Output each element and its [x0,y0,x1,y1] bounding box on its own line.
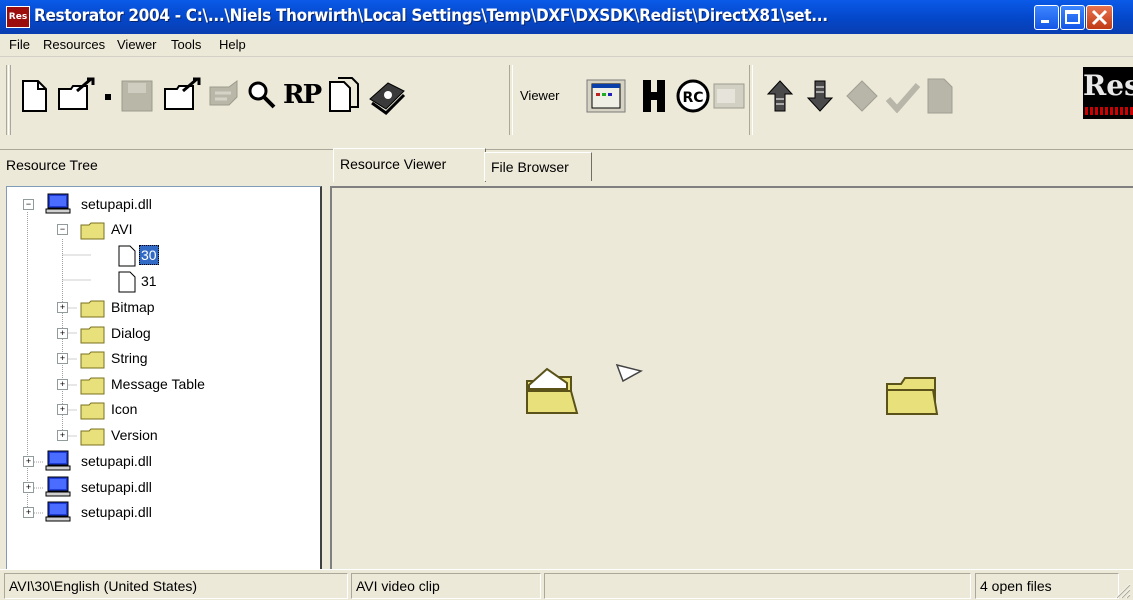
expand-toggle[interactable]: + [23,481,34,493]
folder-icon [80,300,105,318]
tree-label: 31 [141,273,157,289]
expand-toggle[interactable]: + [23,456,34,467]
maximize-icon [1065,10,1080,24]
collapse-toggle[interactable]: − [57,224,68,235]
restorator-logo: Res [1083,67,1133,119]
resize-grip-icon[interactable] [1114,582,1131,599]
expand-toggle[interactable]: + [57,378,68,390]
tree-label: setupapi.dll [81,453,152,469]
resource-tree-header: Resource Tree [6,157,98,173]
tree-label: Version [111,427,158,443]
rename-icon[interactable] [207,79,243,113]
menu-bar: File Resources Viewer Tools Help [0,34,1133,57]
move-down-icon[interactable] [803,77,837,115]
file-icon [118,271,136,293]
checkmark-icon[interactable] [885,81,921,113]
open-folder-icon [526,367,579,414]
view-resource-icon[interactable] [586,79,626,113]
rc-script-icon[interactable]: RC [676,79,710,113]
flying-paper-icon [615,363,644,383]
folder-icon [80,351,105,369]
rp-button[interactable]: RP [283,77,323,113]
status-open-files: 4 open files [975,573,1119,599]
close-button[interactable] [1086,5,1113,30]
open-folder-icon[interactable] [163,77,205,113]
viewer-label: Viewer [520,88,560,103]
title-bar[interactable]: Res Restorator 2004 - C:\...\Niels Thorw… [0,0,1133,34]
expand-toggle[interactable]: + [57,404,68,416]
status-empty [544,573,971,599]
status-type: AVI video clip [351,573,541,599]
folder-icon [80,326,105,344]
hex-view-icon[interactable] [640,78,668,114]
save-icon[interactable] [120,79,154,113]
expand-toggle[interactable]: + [57,430,68,441]
tree-label: Bitmap [111,299,155,315]
computer-icon [45,501,71,522]
tree-label: setupapi.dll [81,478,152,495]
dropdown-arrow-icon[interactable] [103,92,113,102]
open-file-icon[interactable] [57,77,99,113]
folder-icon [80,222,105,240]
minimize-icon [1041,20,1049,23]
tab-file-browser[interactable]: File Browser [484,152,592,181]
resource-viewer-panel[interactable] [330,186,1133,571]
move-up-icon[interactable] [763,77,797,115]
search-icon[interactable] [246,79,280,113]
tree-label: AVI [111,221,133,237]
tree-label: setupapi.dll [81,504,152,521]
tree-label: String [111,350,148,367]
folder-icon [80,402,105,420]
menu-resources[interactable]: Resources [43,37,105,52]
folder-icon [886,377,939,415]
computer-icon [45,450,71,471]
status-bar: AVI\30\English (United States) AVI video… [0,569,1133,600]
minimize-button[interactable] [1034,5,1059,30]
expand-toggle[interactable]: + [57,353,68,365]
menu-viewer[interactable]: Viewer [117,37,157,52]
menu-file[interactable]: File [9,37,30,52]
window-title: Restorator 2004 - C:\...\Niels Thorwirth… [34,6,828,26]
tree-label: Icon [111,401,138,418]
close-icon [1091,9,1108,26]
collapse-toggle[interactable]: − [23,199,34,210]
help-book-icon[interactable] [368,77,408,115]
tree-label: Message Table [111,375,205,392]
dialog-edit-icon[interactable] [713,83,745,109]
folder-icon [80,377,105,395]
folder-icon [80,428,105,446]
expand-toggle[interactable]: + [23,507,34,519]
expand-toggle[interactable]: + [57,327,68,339]
app-icon[interactable]: Res [6,6,30,28]
computer-icon [45,476,71,497]
tab-resource-viewer[interactable]: Resource Viewer [333,148,486,182]
svg-text:RC: RC [682,90,703,106]
status-path: AVI\30\English (United States) [4,573,348,599]
menu-help[interactable]: Help [219,37,246,52]
tree-label: 30 [139,245,159,265]
menu-tools[interactable]: Tools [171,37,201,52]
document-gray-icon[interactable] [925,77,955,115]
maximize-button[interactable] [1060,5,1085,30]
new-file-icon[interactable] [20,80,48,112]
tree-label: Dialog [111,324,151,341]
copy-icon[interactable] [327,77,363,115]
resource-tree[interactable]: − setupapi.dll − AVI 30 31 + Bitmap + Di… [6,186,322,572]
computer-icon [45,193,71,214]
diamond-icon[interactable] [845,79,879,113]
toolbar: RP Viewer RC Res [0,57,1133,150]
tree-label: setupapi.dll [81,196,152,212]
expand-toggle[interactable]: + [57,302,68,313]
file-icon [118,245,136,267]
